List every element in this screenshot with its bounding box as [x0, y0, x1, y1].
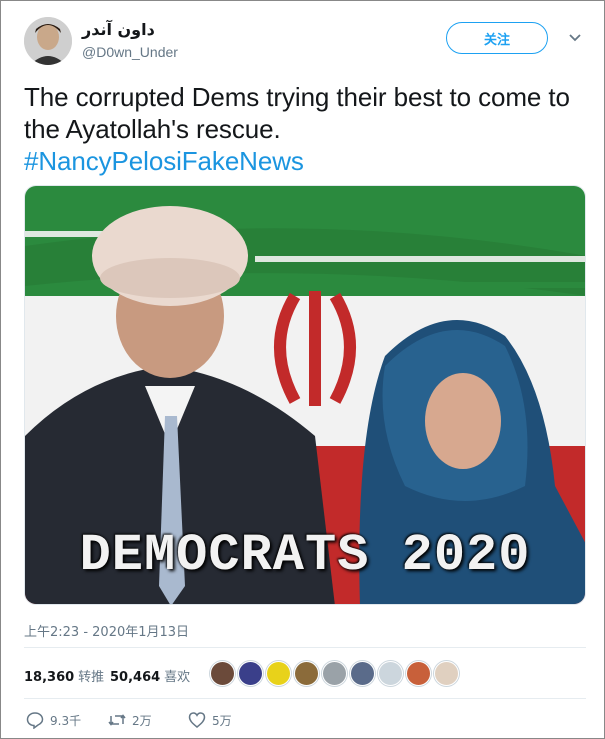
retweet-button[interactable]: 2万: [108, 711, 152, 729]
tweet-timestamp[interactable]: 上午2:23 - 2020年1月13日: [24, 621, 189, 640]
like-button[interactable]: 5万: [188, 711, 232, 729]
display-name[interactable]: داون آندر: [82, 20, 155, 39]
chevron-down-icon[interactable]: [568, 31, 582, 45]
heart-icon: [188, 712, 206, 728]
liker-avatar[interactable]: [378, 661, 403, 686]
image-caption: DEMOCRATS 2020: [79, 526, 531, 585]
divider: [24, 698, 586, 699]
liker-avatar[interactable]: [266, 661, 291, 686]
liker-avatars: [210, 661, 459, 686]
tweet-body: The corrupted Dems trying their best to …: [24, 82, 570, 144]
tweet-header: داون آندر @D0wn_Under 关注: [24, 17, 589, 69]
tweet-card: داون آندر @D0wn_Under 关注 The corrupted D…: [0, 0, 605, 739]
liker-avatar[interactable]: [238, 661, 263, 686]
retweets-count: 18,360: [24, 670, 75, 685]
likes-count: 50,464: [110, 670, 161, 685]
liker-avatar[interactable]: [210, 661, 235, 686]
divider: [24, 647, 586, 648]
reply-count: 9.3千: [50, 713, 82, 728]
likes-stat[interactable]: 50,464 喜欢: [110, 666, 190, 685]
liker-avatar[interactable]: [322, 661, 347, 686]
liker-avatar[interactable]: [434, 661, 459, 686]
retweet-count: 2万: [132, 713, 152, 728]
tweet-stats: 18,360 转推 50,464 喜欢: [24, 657, 589, 691]
liker-avatar[interactable]: [350, 661, 375, 686]
liker-avatar[interactable]: [406, 661, 431, 686]
hashtag-link[interactable]: #NancyPelosiFakeNews: [24, 146, 304, 176]
likes-label: 喜欢: [164, 670, 191, 685]
like-count: 5万: [212, 713, 232, 728]
reply-icon: [26, 712, 44, 729]
retweets-stat[interactable]: 18,360 转推: [24, 666, 104, 685]
retweets-label: 转推: [78, 670, 105, 685]
liker-avatar[interactable]: [294, 661, 319, 686]
reply-button[interactable]: 9.3千: [26, 711, 81, 729]
retweet-icon: [108, 714, 126, 726]
tweet-text: The corrupted Dems trying their best to …: [24, 81, 589, 177]
tweet-image[interactable]: DEMOCRATS 2020: [24, 185, 586, 605]
user-handle[interactable]: @D0wn_Under: [82, 44, 178, 60]
tweet-actions: 9.3千 2万 5万: [24, 709, 589, 735]
avatar[interactable]: [24, 17, 72, 65]
follow-button[interactable]: 关注: [446, 22, 548, 54]
